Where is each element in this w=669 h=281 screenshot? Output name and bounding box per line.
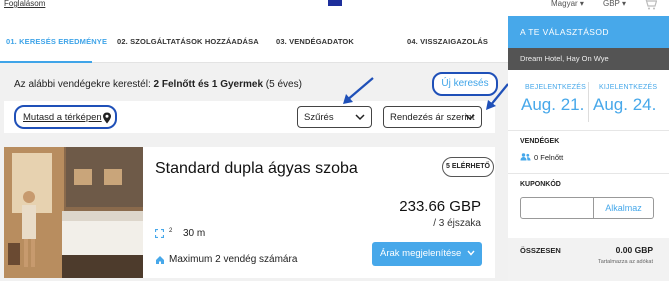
language-selector[interactable]: Magyar ▾ — [551, 0, 584, 8]
coupon-label: KUPONKÓD — [520, 181, 561, 188]
room-price: 233.66 GBP — [399, 198, 481, 215]
home-icon — [156, 256, 164, 264]
nights-count: / 3 éjszaka — [433, 218, 481, 229]
expand-arrows-icon — [155, 229, 164, 238]
map-pin-icon — [103, 112, 111, 124]
room-photo[interactable] — [4, 147, 143, 278]
guests-value: 0 Felnőtt — [534, 153, 564, 162]
room-area-unit-sup: 2 — [169, 228, 173, 234]
room-max-guests-label: Maximum 2 vendég számára — [169, 254, 298, 265]
checkin-date[interactable]: Aug. 21. — [521, 95, 584, 115]
date-divider — [588, 82, 589, 122]
coupon-input[interactable] — [520, 197, 594, 219]
users-icon — [520, 153, 531, 161]
sort-dropdown[interactable]: Rendezés ár szerint — [383, 106, 482, 128]
checkout-label: KIJELENTKEZÉS — [599, 84, 658, 91]
step-search-results[interactable]: 01. KERESÉS EREDMÉNYE — [6, 37, 107, 46]
search-summary-suffix: (5 éves) — [263, 79, 302, 90]
total-box: ÖSSZESEN 0.00 GBP Tartalmazza az adókat — [508, 238, 669, 281]
total-label: ÖSSZESEN — [520, 246, 561, 255]
chevron-down-icon — [467, 250, 475, 256]
show-on-map-button[interactable]: Mutasd a térképen — [14, 105, 117, 129]
booking-steps: 01. KERESÉS EREDMÉNYE 02. SZOLGÁLTATÁSOK… — [0, 16, 508, 63]
guests-label: VENDÉGEK — [520, 138, 560, 145]
filter-dropdown[interactable]: Szűrés — [297, 106, 372, 128]
currency-selector[interactable]: GBP ▾ — [603, 0, 626, 8]
show-prices-label: Árak megjelenítése — [380, 248, 462, 259]
annotation-arrow — [486, 83, 509, 110]
show-prices-button[interactable]: Árak megjelenítése — [372, 242, 482, 266]
step-guest-details[interactable]: 03. VENDÉGADATOK — [276, 37, 354, 46]
active-step-indicator — [0, 61, 92, 63]
step-add-services[interactable]: 02. SZOLGÁLTATÁSOK HOZZÁADÁSA — [117, 37, 259, 46]
my-booking-link[interactable]: Foglalásom — [4, 0, 45, 8]
divider — [508, 173, 669, 174]
apply-coupon-button[interactable]: Alkalmaz — [594, 197, 654, 219]
divider — [508, 130, 669, 131]
tax-note: Tartalmazza az adókat — [597, 259, 653, 265]
availability-badge: 5 ELÉRHETŐ — [442, 157, 494, 177]
checkout-date[interactable]: Aug. 24. — [593, 95, 656, 115]
annotation-arrow — [343, 77, 374, 104]
search-summary: Az alábbi vendégekre kerestél: 2 Felnőtt… — [14, 79, 302, 90]
room-title[interactable]: Standard dupla ágyas szoba — [155, 160, 358, 178]
site-logo[interactable] — [328, 0, 342, 6]
show-on-map-label: Mutasd a térképen — [23, 112, 102, 123]
chevron-down-icon — [355, 114, 365, 121]
search-summary-prefix: Az alábbi vendégekre kerestél: — [14, 79, 154, 90]
checkin-label: BEJELENTKEZÉS — [525, 84, 586, 91]
top-bar: Foglalásom Magyar ▾ GBP ▾ — [0, 0, 669, 16]
cart-icon[interactable] — [643, 0, 657, 10]
chevron-down-icon — [465, 114, 475, 121]
sidebar-header: A TE VÁLASZTÁSOD — [508, 16, 669, 48]
room-card: Standard dupla ágyas szoba 5 ELÉRHETŐ 23… — [4, 147, 495, 278]
total-value: 0.00 GBP — [615, 245, 653, 255]
room-area-value: 30 m — [183, 228, 206, 239]
hotel-name: Dream Hotel, Hay On Wye — [508, 48, 669, 70]
booking-summary-sidebar: A TE VÁLASZTÁSOD Dream Hotel, Hay On Wye… — [508, 16, 669, 281]
filter-dropdown-label: Szűrés — [304, 112, 334, 123]
sort-dropdown-label: Rendezés ár szerint — [390, 112, 475, 123]
filter-bar: Mutasd a térképen Szűrés Rendezés ár sze… — [4, 101, 495, 133]
search-summary-guests: 2 Felnőtt és 1 Gyermek — [153, 79, 264, 90]
step-confirmation[interactable]: 04. VISSZAIGAZOLÁS — [407, 37, 488, 46]
